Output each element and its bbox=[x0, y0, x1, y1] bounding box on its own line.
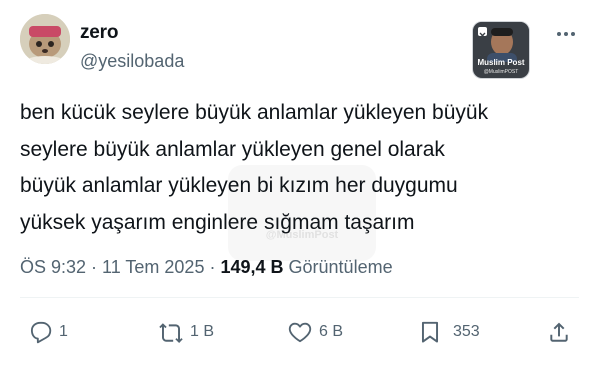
display-name[interactable]: zero bbox=[80, 22, 118, 44]
retweet-icon bbox=[159, 323, 183, 343]
reply-count: 1 bbox=[59, 323, 68, 340]
tweet-text-line: ben kücük seylere büyük anlamlar yükleye… bbox=[20, 101, 489, 124]
views-label: Görüntüleme bbox=[288, 257, 393, 277]
sponsor-subtitle: @MuslimPOST bbox=[483, 69, 519, 75]
bookmark-icon bbox=[421, 321, 439, 343]
tweet-meta: ÖS 9:32 · 11 Tem 2025 · 149,4 B Görüntül… bbox=[20, 257, 393, 277]
more-dots-icon bbox=[557, 32, 561, 36]
divider bbox=[20, 297, 579, 298]
retweet-count: 1 B bbox=[190, 323, 215, 340]
sponsor-badge: Muslim Post @MuslimPOST bbox=[473, 22, 529, 78]
avatar-image bbox=[20, 14, 70, 64]
x-logo-icon bbox=[478, 27, 487, 39]
share-button[interactable] bbox=[546, 317, 572, 347]
heart-icon bbox=[288, 322, 312, 343]
tweet-date[interactable]: 11 Tem 2025 bbox=[102, 257, 204, 277]
views-count: 149,4 B bbox=[220, 257, 284, 277]
bookmark-button[interactable]: 353 bbox=[417, 317, 480, 347]
share-icon bbox=[550, 322, 568, 342]
tweet-text-line: seylere büyük anlamlar yükleyen genel ol… bbox=[20, 137, 445, 161]
reply-icon bbox=[30, 321, 52, 344]
avatar[interactable] bbox=[20, 14, 70, 64]
tweet-time[interactable]: ÖS 9:32 bbox=[20, 257, 86, 277]
reply-button[interactable]: 1 bbox=[27, 317, 68, 347]
tweet-text: ben kücük seylere büyük anlamlar yükleye… bbox=[20, 95, 580, 241]
like-count: 6 B bbox=[319, 323, 344, 340]
bookmark-count: 353 bbox=[453, 323, 480, 340]
user-handle[interactable]: @yesilobada bbox=[80, 51, 184, 72]
tweet-text-line: yüksek yaşarım enginlere sığmam taşarım bbox=[20, 210, 415, 234]
tweet-card: zero @yesilobada Muslim Post @MuslimPOST… bbox=[0, 0, 599, 371]
sponsor-title: Muslim Post bbox=[477, 58, 525, 67]
like-button[interactable]: 6 B bbox=[287, 317, 343, 347]
more-options-button[interactable] bbox=[552, 26, 580, 42]
tweet-text-line: büyük anlamlar yükleyen bi kızım her duy… bbox=[20, 174, 458, 197]
retweet-button[interactable]: 1 B bbox=[158, 317, 214, 347]
